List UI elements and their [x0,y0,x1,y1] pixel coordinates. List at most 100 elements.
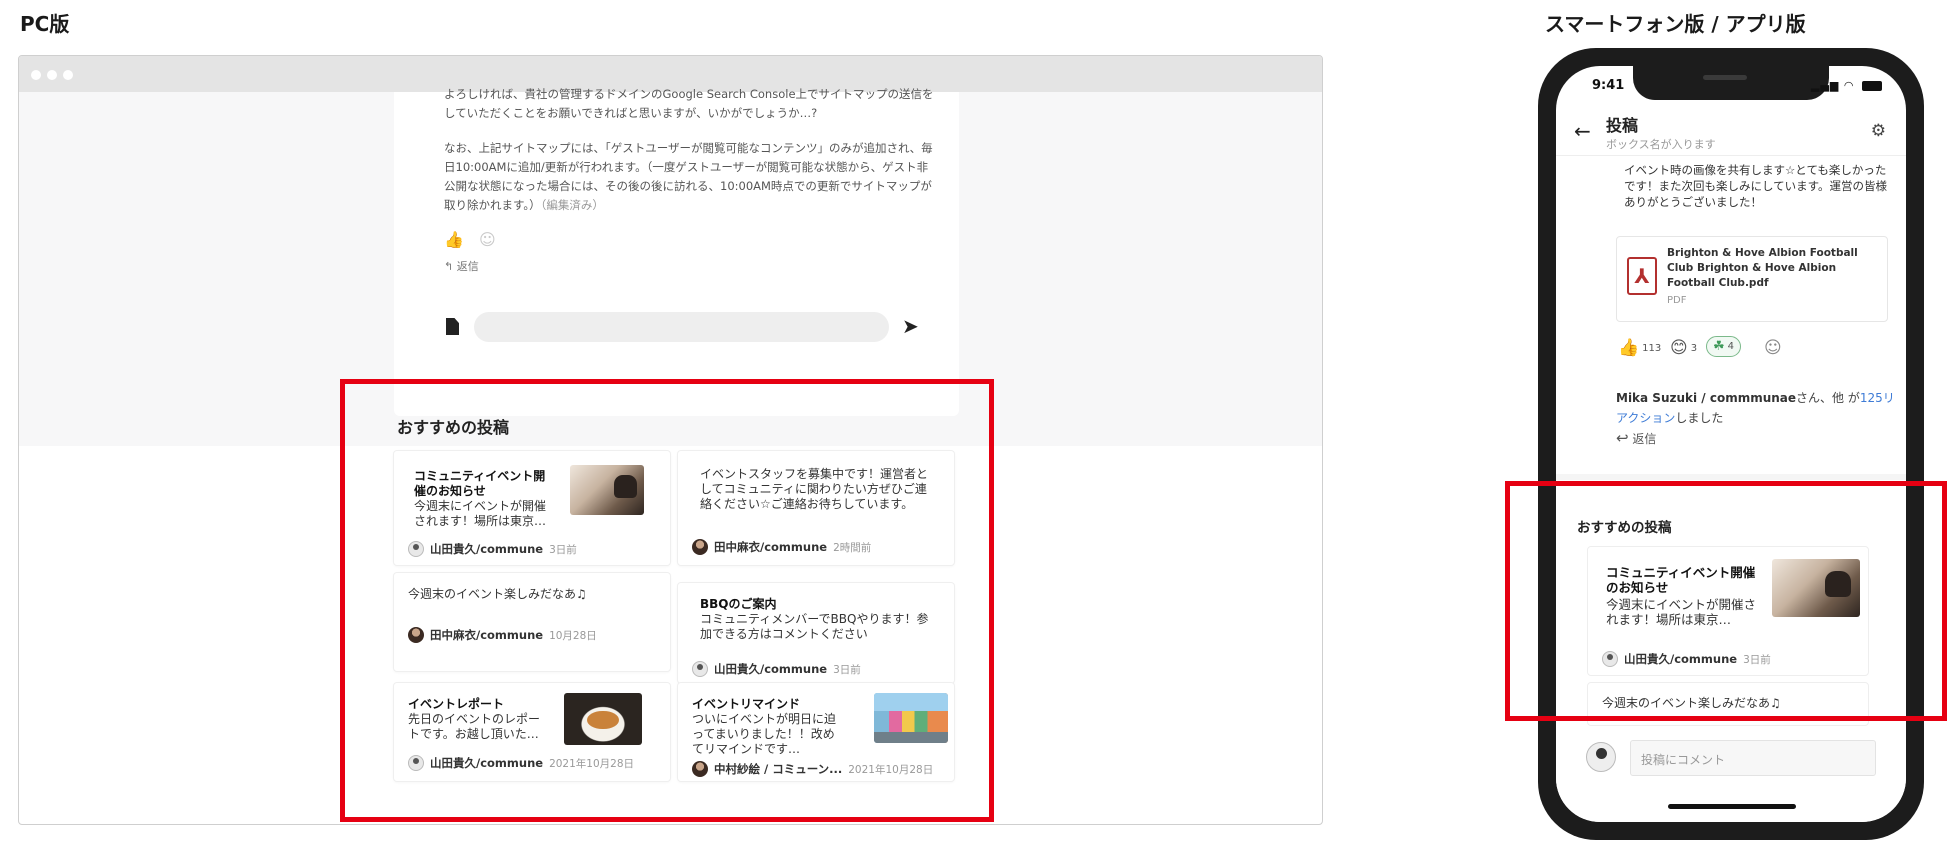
avatar [1586,742,1616,772]
reaction-count: 4 [1727,341,1735,352]
smartphone-section-label: スマートフォン版 / アプリ版 [1545,12,1806,36]
pc-section-label: PC版 [20,12,70,36]
card-title: BBQのご案内 [700,597,777,611]
post-time: 3日前 [549,543,577,556]
recommend-card[interactable]: コミュニティイベント開催のお知らせ 今週末にイベントが開催されます！場所は東京…… [1587,546,1869,676]
recommend-card[interactable]: 今週末のイベント楽しみだなあ♫ 田中麻衣/commune 10月28日 [393,572,671,672]
like-icon[interactable]: 👍 [444,230,464,249]
post-time: 2021年10月28日 [848,763,934,776]
recommend-card[interactable]: コミュニティイベント開催のお知らせ 今週末にイベントが開催されます！場所は東京…… [393,450,671,566]
back-arrow-icon[interactable]: ← [1574,119,1591,143]
recommend-card[interactable]: 今週末のイベント楽しみだなあ♫ [1587,682,1869,726]
card-thumbnail [874,693,948,743]
reaction-summary: Mika Suzuki / commmunaeさん、他 が125リアクションしま… [1616,388,1896,428]
avatar [692,539,708,555]
card-body: イベントスタッフを募集中です！運営者としてコミュニティに関わりたい方ぜひご連絡く… [700,467,929,511]
battery-icon [1862,81,1882,91]
post-time: 3日前 [1743,653,1771,666]
window-maximize-dot[interactable] [63,70,73,80]
card-author: 山田貴久/commune 3日前 [408,541,577,557]
comment-input[interactable]: 投稿にコメント [1630,740,1876,776]
phone-notch [1633,66,1829,100]
file-name: Brighton & Hove Albion Football Club Bri… [1667,247,1858,289]
card-author: 田中麻衣/commune 2時間前 [692,539,871,555]
card-body: 今週末のイベント楽しみだなあ♫ [408,587,587,601]
reply-button[interactable]: ↩ 返信 [1616,429,1656,447]
file-type: PDF [1667,295,1687,306]
smartphone-frame: 9:41 ▂▄▆ ◠ ← 投稿 ボックス名が入ります ⚙ イベント時の画像を共有… [1538,48,1924,840]
recommend-card[interactable]: イベントレポート 先日のイベントのレポートです。お越し頂いた… 山田貴久/com… [393,682,671,782]
post-text-main: なお、上記サイトマップには、「ゲストユーザーが閲覧可能なコンテンツ」のみが追加さ… [444,141,933,212]
post-card: よろしければ、貴社の管理するドメインのGoogle Search Console… [394,87,959,416]
reply-button[interactable]: ↰ 返信 [444,258,479,274]
avatar [408,627,424,643]
header-title: 投稿 [1606,116,1639,135]
phone-screen: 9:41 ▂▄▆ ◠ ← 投稿 ボックス名が入ります ⚙ イベント時の画像を共有… [1556,66,1906,822]
avatar [408,541,424,557]
card-author: 山田貴久/commune 2021年10月28日 [408,755,634,771]
window-close-dot[interactable] [31,70,41,80]
status-icons: ▂▄▆ ◠ [1811,79,1882,92]
post-text-partial: よろしければ、貴社の管理するドメインのGoogle Search Console… [444,87,934,120]
card-body: ついにイベントが明日に迫ってまいりました！！改めてリマインドです… [692,712,837,756]
recommend-card[interactable]: イベントスタッフを募集中です！運営者としてコミュニティに関わりたい方ぜひご連絡く… [677,450,955,566]
author-name: 田中麻衣/commune [714,540,828,554]
custom-stamp-icon: ☘ [1713,339,1725,354]
pc-browser-window: よろしければ、貴社の管理するドメインのGoogle Search Console… [18,55,1323,825]
card-author: 山田貴久/commune 3日前 [692,661,861,677]
reaction-smile[interactable]: 😊 3 [1670,338,1697,358]
avatar [1602,651,1618,667]
window-minimize-dot[interactable] [47,70,57,80]
card-thumbnail [564,693,642,745]
card-thumbnail [1772,559,1860,617]
reply-arrow-icon: ↩ [1616,429,1629,447]
wifi-icon: ◠ [1843,79,1855,92]
recommend-title: おすすめの投稿 [1577,520,1672,536]
pdf-attachment[interactable]: ⅄ Brighton & Hove Albion Football Club B… [1616,236,1888,322]
reacted-mid: さん、他 が [1796,391,1860,405]
reaction-custom-stamp[interactable]: ☘ 4 [1706,336,1742,357]
avatar [408,755,424,771]
attach-file-icon[interactable] [446,318,459,335]
reacted-user: Mika Suzuki / commmunae [1616,391,1797,405]
avatar [692,661,708,677]
recommend-card[interactable]: BBQのご案内 コミュニティメンバーでBBQやります！参加できる方はコメントくだ… [677,582,955,684]
signal-icon: ▂▄▆ [1811,79,1840,92]
edited-label: （編集済み） [540,198,604,212]
card-body: 今週末にイベントが開催されます！場所は東京… [414,499,547,528]
card-author: 田中麻衣/commune 10月28日 [408,627,597,643]
app-header: ← 投稿 ボックス名が入ります ⚙ [1556,108,1906,156]
reply-label: 返信 [456,260,479,273]
card-body: 今週末にイベントが開催されます！場所は東京… [1606,597,1757,627]
recommend-title: おすすめの投稿 [397,418,510,437]
post-time: 10月28日 [549,629,597,642]
comment-input[interactable] [474,312,889,342]
comment-bar: 投稿にコメント [1556,736,1906,822]
add-reaction-icon: ☺ [1764,338,1782,358]
send-icon[interactable]: ➤ [902,314,919,338]
header-subtitle: ボックス名が入ります [1606,138,1716,151]
card-title: イベントレポート [408,697,505,711]
gear-icon[interactable]: ⚙ [1871,121,1886,141]
author-name: 山田貴久/commune [430,756,544,770]
post-time: 2時間前 [833,541,872,554]
card-author: 山田貴久/commune 3日前 [1602,651,1771,667]
smile-icon: 😊 [1670,338,1688,358]
thumbs-up-icon: 👍 [1618,338,1640,358]
add-reaction-button[interactable]: ☺ [1764,338,1785,358]
recommend-card[interactable]: イベントリマインド ついにイベントが明日に迫ってまいりました！！改めてリマインド… [677,682,955,782]
add-reaction-icon[interactable]: ☺ [479,230,496,249]
card-title: コミュニティイベント開催のお知らせ [1606,565,1756,595]
reply-label: 返信 [1632,432,1657,446]
card-title: コミュニティイベント開催のお知らせ [414,469,546,498]
card-body: 先日のイベントのレポートです。お越し頂いた… [408,712,541,741]
card-body: コミュニティメンバーでBBQやります！参加できる方はコメントください [700,612,929,641]
reaction-thumbs-up[interactable]: 👍 113 [1618,338,1661,358]
reaction-count: 3 [1690,342,1698,354]
post-time: 2021年10月28日 [549,757,635,770]
home-indicator [1668,804,1796,809]
author-name: 田中麻衣/commune [430,628,544,642]
reaction-row: 👍 ☺ [444,230,496,249]
section-divider [1556,474,1906,480]
card-body: 今週末のイベント楽しみだなあ♫ [1602,696,1781,710]
